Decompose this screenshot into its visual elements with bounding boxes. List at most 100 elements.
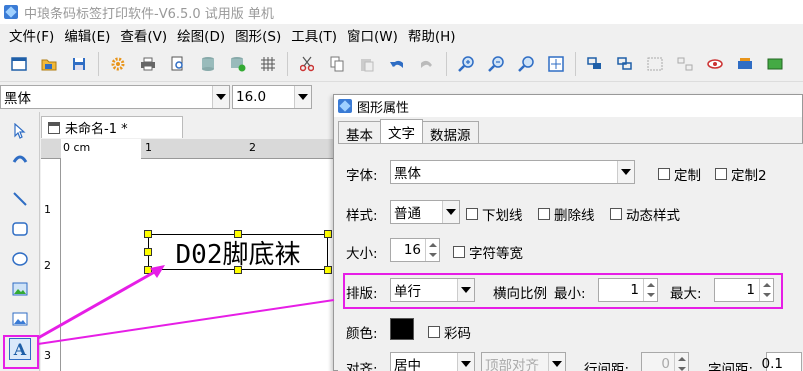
copy-icon[interactable] [326,53,348,75]
hand-icon[interactable] [9,148,31,170]
zoom-fit-icon[interactable] [515,53,537,75]
resize-handle[interactable] [324,266,332,274]
checkbox-box[interactable] [538,208,550,220]
redo-icon[interactable] [416,53,438,75]
eye-icon[interactable] [704,53,726,75]
char-spacing-value: 0.1 [761,356,783,371]
save-icon[interactable] [68,53,90,75]
chevron-down-icon[interactable] [212,86,229,108]
font-select-value: 黑体 [394,166,421,182]
paste-icon[interactable] [356,53,378,75]
tab-text[interactable]: 文字 [380,119,423,143]
chevron-down-icon[interactable] [294,86,311,108]
group-icon[interactable] [584,53,606,75]
ruler-top-mark: 2 [249,141,256,154]
menu-edit[interactable]: 编辑(E) [59,25,115,45]
zoom-out-icon[interactable] [485,53,507,75]
spinner-arrows-icon[interactable] [425,239,439,261]
char-spacing-label: 字间距: [708,362,754,371]
font-size-combo[interactable]: 16.0 [232,85,312,109]
distribute-icon[interactable] [674,53,696,75]
font-select[interactable]: 黑体 [390,160,635,184]
undo-icon[interactable] [386,53,408,75]
checkbox-box[interactable] [428,326,440,338]
colorcode-checkbox[interactable]: 彩码 [428,322,471,342]
align-select-value: 居中 [394,358,421,371]
picture-tool-icon[interactable] [9,308,31,330]
settings-icon[interactable] [107,53,129,75]
checkbox-box[interactable] [658,168,670,180]
underline-checkbox[interactable]: 下划线 [466,204,523,224]
document-tab[interactable]: 未命名-1 * [41,116,183,138]
new-icon[interactable] [8,53,30,75]
colorcode-label: 彩码 [444,326,471,342]
align-label: 对齐: [346,362,378,371]
color-swatch[interactable] [390,318,414,340]
ungroup-icon[interactable] [614,53,636,75]
custom-checkbox[interactable]: 定制 [658,164,701,184]
line-tool-icon[interactable] [9,188,31,210]
style-select[interactable]: 普通 [390,200,460,224]
resize-handle[interactable] [324,230,332,238]
menu-draw[interactable]: 绘图(D) [172,25,230,45]
print-icon[interactable] [137,53,159,75]
grid-icon[interactable] [257,53,279,75]
rectangle-tool-icon[interactable] [9,218,31,240]
tab-basic[interactable]: 基本 [338,121,381,144]
color-label: 颜色: [346,326,378,342]
database-link-icon[interactable] [227,53,249,75]
menu-help[interactable]: 帮助(H) [403,25,461,45]
resize-handle[interactable] [144,248,152,256]
resize-handle[interactable] [234,266,242,274]
strikethrough-checkbox[interactable]: 删除线 [538,204,595,224]
chevron-down-icon[interactable] [617,161,634,183]
text-tool-icon[interactable]: A [9,338,31,360]
menu-window[interactable]: 窗口(W) [342,25,403,45]
checkbox-box[interactable] [453,246,465,258]
ruler-unit-label: 0 cm [63,141,91,154]
print-queue-icon[interactable] [734,53,756,75]
align-select[interactable]: 居中 [390,352,475,371]
menu-view[interactable]: 查看(V) [115,25,172,45]
resize-handle[interactable] [234,230,242,238]
checkbox-box[interactable] [610,208,622,220]
tab-data-source[interactable]: 数据源 [422,121,479,144]
dynamic-style-checkbox[interactable]: 动态样式 [610,204,680,224]
custom2-checkbox[interactable]: 定制2 [715,164,767,184]
document-icon [48,121,60,134]
resize-handle[interactable] [144,230,152,238]
dialog-tabs: 基本 文字 数据源 [338,119,479,144]
char-spacing-spinner[interactable]: 0.1 [762,352,802,371]
pointer-icon[interactable] [9,120,31,142]
resize-handle[interactable] [144,266,152,274]
cut-icon[interactable] [296,53,318,75]
canvas-text-value: D02脚底袜 [175,239,301,270]
image-tool-icon[interactable] [9,278,31,300]
chevron-down-icon [548,353,565,371]
menu-shape[interactable]: 图形(S) [230,25,286,45]
fit-page-icon[interactable] [545,53,567,75]
align-icon[interactable] [644,53,666,75]
size-spinner[interactable]: 16 [390,238,440,262]
font-size-value: 16.0 [236,89,267,105]
ellipse-tool-icon[interactable] [9,248,31,270]
toolbar-separator [287,51,288,76]
monospace-checkbox[interactable]: 字符等宽 [453,242,523,262]
font-family-combo[interactable]: 黑体 [0,85,230,109]
menu-file[interactable]: 文件(F) [4,25,59,45]
print-preview-icon[interactable] [167,53,189,75]
open-icon[interactable] [38,53,60,75]
checkbox-box[interactable] [715,168,727,180]
menu-tools[interactable]: 工具(T) [286,25,342,45]
database-icon[interactable] [197,53,219,75]
chevron-down-icon[interactable] [442,201,459,223]
zoom-in-icon[interactable] [455,53,477,75]
chevron-down-icon[interactable] [457,353,474,371]
canvas-text-element[interactable]: D02脚底袜 [148,234,328,270]
export-icon[interactable] [764,53,786,75]
ruler-horizontal: 0 cm 1 2 [41,139,333,159]
checkbox-box[interactable] [466,208,478,220]
line-spacing-value: 0 [661,356,670,371]
font-family-value: 黑体 [4,91,31,107]
shape-properties-dialog: 图形属性 基本 文字 数据源 字体: 黑体 定制 定制2 样式: 普通 下划线 … [333,94,803,371]
